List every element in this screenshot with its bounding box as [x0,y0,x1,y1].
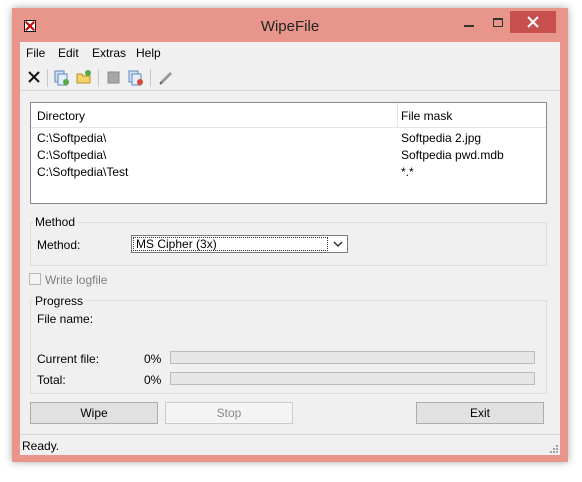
cell-directory: C:\Softpedia\ [37,148,107,162]
status-text: Ready. [22,439,60,453]
edit-icon [159,71,173,85]
minimize-icon [464,25,474,27]
cell-file-mask: Softpedia 2.jpg [401,131,482,145]
cell-directory: C:\Softpedia\ [37,131,107,145]
menu-help[interactable]: Help [136,46,161,60]
stop-button[interactable]: Stop [165,402,293,424]
cell-file-mask: Softpedia pwd.mdb [401,148,504,162]
minimize-button[interactable] [459,14,479,34]
file-name-label: File name: [37,312,94,326]
write-logfile-checkbox[interactable] [29,273,41,285]
current-file-percent: 0% [144,352,162,366]
method-label: Method: [37,238,81,252]
current-file-progress-bar [170,351,535,364]
chevron-down-icon [333,241,343,248]
clear-button[interactable] [104,67,124,87]
toolbar-separator [98,69,99,87]
table-row[interactable]: C:\Softpedia\ Softpedia pwd.mdb [31,147,546,163]
column-divider[interactable] [397,103,398,127]
exit-button[interactable]: Exit [416,402,544,424]
remove-icon [128,70,143,86]
add-file-button[interactable] [74,67,94,87]
add-folder-icon [54,70,69,86]
cell-directory: C:\Softpedia\Test [37,165,129,179]
column-file-mask[interactable]: File mask [401,109,452,123]
menu-bar: File Edit Extras Help [20,42,560,62]
wipefile-window: WipeFile File Edit Extras Help Directory… [12,8,568,462]
client-area: File Edit Extras Help Directory File mas… [20,42,560,455]
current-file-label: Current file: [37,352,100,366]
close-icon [527,16,539,28]
toolbar-separator [47,69,48,87]
write-logfile-label[interactable]: Write logfile [45,273,107,287]
delete-button[interactable] [24,67,44,87]
toolbar-separator [150,69,151,87]
menu-file[interactable]: File [26,46,45,60]
menu-edit[interactable]: Edit [58,46,79,60]
table-row[interactable]: C:\Softpedia\ Softpedia 2.jpg [31,130,546,146]
method-group-label: Method [33,215,78,229]
status-bar: Ready. [20,434,560,455]
add-file-icon [76,70,91,84]
menu-extras[interactable]: Extras [92,46,126,60]
window-title: WipeFile [260,18,320,35]
cell-file-mask: *.* [401,165,414,179]
progress-group-label: Progress [33,294,86,308]
close-button[interactable] [510,11,556,33]
add-folder-button[interactable] [52,67,72,87]
resize-grip-icon[interactable] [550,445,558,453]
method-select-value: MS Cipher (3x) [133,237,328,251]
edit-button[interactable] [156,67,176,87]
maximize-button[interactable] [488,14,508,34]
list-header: Directory File mask [31,103,546,128]
remove-button[interactable] [126,67,146,87]
wipe-button[interactable]: Wipe [30,402,158,424]
total-label: Total: [37,373,66,387]
title-bar[interactable]: WipeFile [12,8,568,44]
file-list[interactable]: Directory File mask C:\Softpedia\ Softpe… [30,102,547,204]
toolbar [20,64,560,91]
column-directory[interactable]: Directory [37,109,85,123]
maximize-icon [493,18,503,27]
total-progress-bar [170,372,535,385]
method-select[interactable]: MS Cipher (3x) [131,235,348,253]
delete-icon [28,71,40,83]
total-percent: 0% [144,373,162,387]
clear-icon [107,71,120,84]
table-row[interactable]: C:\Softpedia\Test *.* [31,164,546,180]
